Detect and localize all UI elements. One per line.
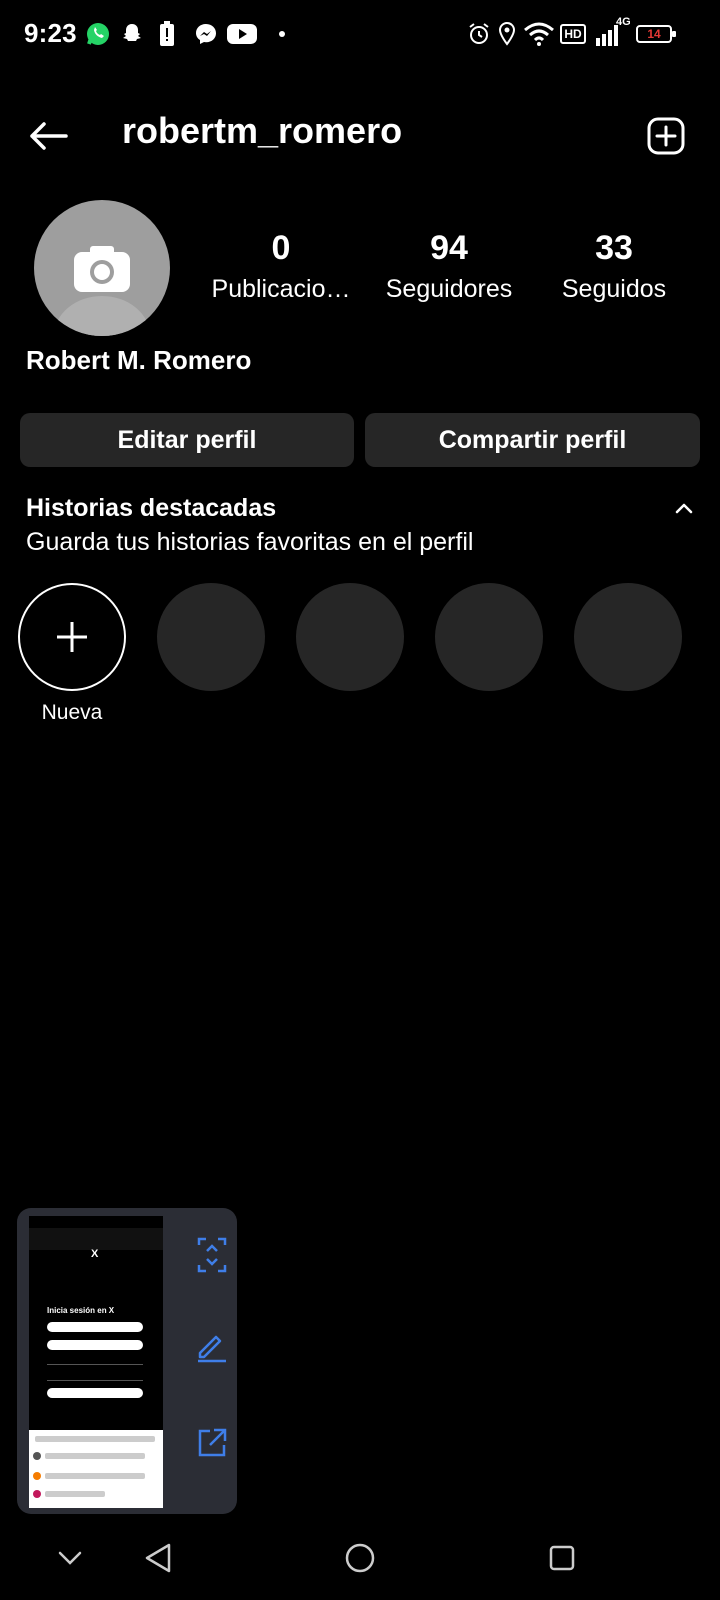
plus-icon [57, 622, 87, 652]
status-time: 9:23 [24, 18, 77, 48]
screenshot-thumbnail[interactable]: X Inicia sesión en X [29, 1216, 163, 1508]
stat-following[interactable]: 33 Seguidos [546, 228, 682, 306]
edit-pen-icon [198, 1335, 226, 1363]
thumb-browser-bar [29, 1228, 163, 1250]
thumb-dot [33, 1452, 41, 1460]
arrow-left-icon [30, 122, 68, 150]
battery-icon: 14 [636, 25, 676, 43]
location-icon [496, 20, 518, 48]
back-button[interactable] [20, 108, 76, 164]
stat-following-label: Seguidos [561, 275, 667, 303]
home-circle-icon [345, 1543, 375, 1573]
share-profile-button[interactable]: Compartir perfil [365, 413, 700, 467]
battery-level: 14 [647, 27, 661, 41]
scroll-capture-icon [197, 1237, 227, 1273]
stat-posts-label: Publicacio… [211, 275, 351, 303]
hd-icon: HD [560, 20, 586, 48]
share-icon [198, 1428, 227, 1457]
profile-username: robertm_romero [122, 110, 403, 151]
highlights-subtitle: Guarda tus historias favoritas en el per… [26, 528, 474, 556]
thumb-row [45, 1453, 145, 1459]
avatar[interactable] [34, 200, 170, 336]
chevron-up-icon [675, 503, 693, 514]
highlights-toggle[interactable] [668, 492, 700, 524]
stat-posts[interactable]: 0 Publicacio… [206, 228, 356, 306]
thumb-row [45, 1473, 145, 1479]
scroll-capture-button[interactable] [191, 1234, 233, 1276]
screenshot-preview[interactable]: X Inicia sesión en X [17, 1208, 237, 1514]
nav-recents-button[interactable] [540, 1536, 584, 1580]
hd-label: HD [560, 24, 586, 44]
stat-following-value: 33 [595, 229, 633, 267]
back-triangle-icon [145, 1543, 171, 1573]
nav-home-button[interactable] [338, 1536, 382, 1580]
camera-icon [74, 246, 130, 292]
thumb-pill [47, 1322, 143, 1332]
messenger-icon [192, 20, 220, 48]
signal-icon: 4G [590, 16, 632, 48]
nav-back-button[interactable] [136, 1536, 180, 1580]
thumb-pill [47, 1388, 143, 1398]
recents-square-icon [549, 1545, 575, 1571]
battery-alert-icon [158, 20, 176, 48]
thumb-divider [47, 1380, 143, 1381]
dot-icon [276, 20, 288, 48]
plus-square-icon [647, 117, 685, 155]
thumb-logo: X [91, 1248, 99, 1260]
whatsapp-icon [84, 20, 112, 48]
thumb-dot [33, 1472, 41, 1480]
profile-full-name: Robert M. Romero [26, 345, 252, 375]
new-highlight-button[interactable] [18, 583, 126, 691]
highlight-placeholder [157, 583, 265, 691]
new-highlight-label: Nueva [41, 701, 103, 724]
stat-posts-value: 0 [271, 229, 291, 267]
share-screenshot-button[interactable] [191, 1422, 233, 1464]
highlight-placeholder [435, 583, 543, 691]
thumb-title: Inicia sesión en X [47, 1306, 115, 1315]
nav-collapse-button[interactable] [48, 1536, 92, 1580]
status-bar: 9:23 HD 4G 14 [0, 0, 720, 70]
highlight-placeholder [574, 583, 682, 691]
wifi-icon [522, 20, 556, 48]
thumb-bottom-sheet [29, 1430, 163, 1508]
edit-profile-button[interactable]: Editar perfil [20, 413, 354, 467]
stat-followers-label: Seguidores [385, 275, 513, 303]
chevron-down-icon [58, 1551, 82, 1565]
snapchat-icon [118, 20, 146, 48]
stat-followers[interactable]: 94 Seguidores [374, 228, 524, 306]
youtube-icon [226, 20, 258, 48]
network-type: 4G [616, 16, 631, 28]
thumb-divider [47, 1364, 143, 1365]
thumb-row [35, 1436, 155, 1442]
thumb-dot [33, 1490, 41, 1498]
alarm-icon [466, 20, 492, 48]
thumb-status-bar [29, 1216, 163, 1226]
thumb-row [45, 1491, 105, 1497]
stat-followers-value: 94 [430, 229, 468, 267]
thumb-pill [47, 1340, 143, 1350]
edit-screenshot-button[interactable] [191, 1326, 233, 1368]
highlights-title: Historias destacadas [26, 494, 277, 522]
highlight-placeholder [296, 583, 404, 691]
new-post-button[interactable] [638, 108, 694, 164]
